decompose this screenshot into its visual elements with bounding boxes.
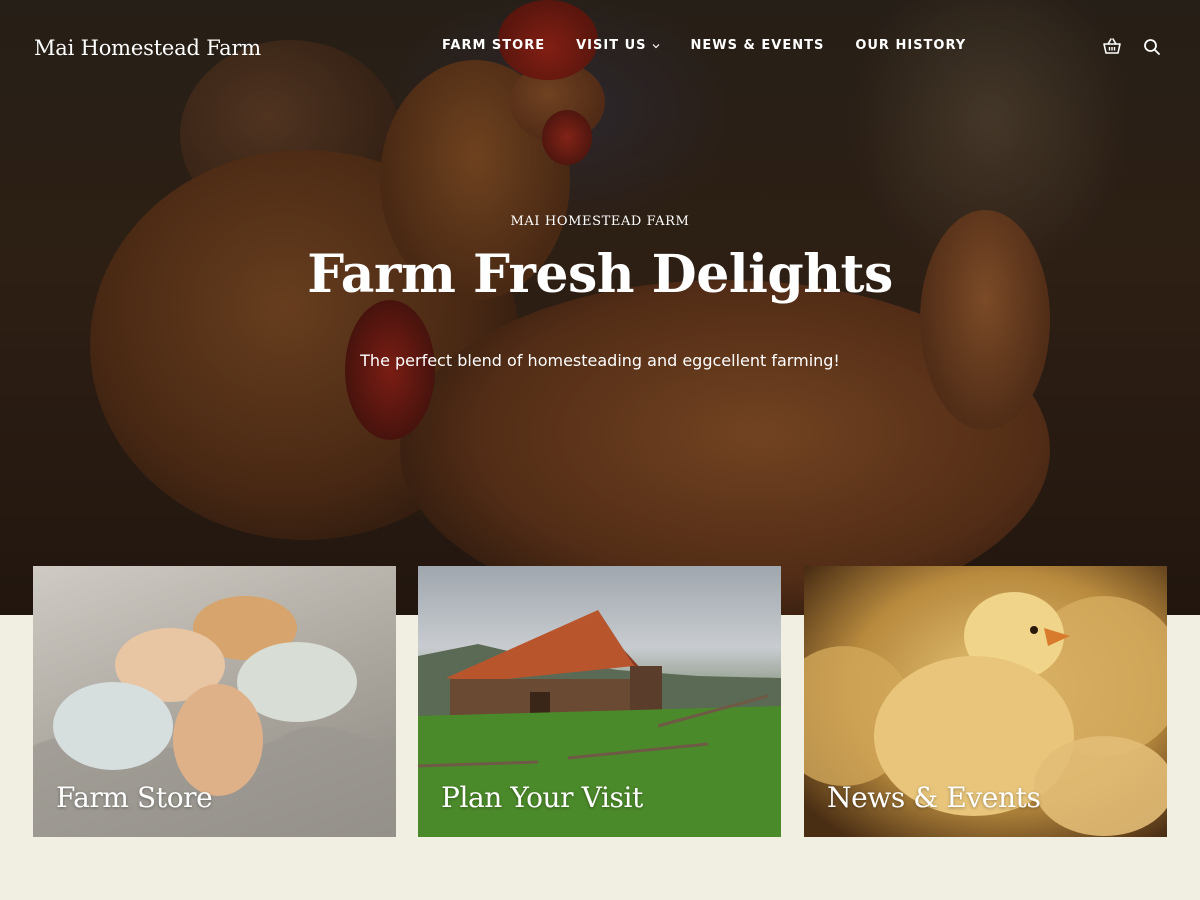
card-plan-your-visit[interactable]: Plan Your Visit [418,566,781,837]
hero-title: Farm Fresh Delights [307,244,893,305]
card-news-events-label: News & Events [827,781,1041,814]
hero-subtitle: The perfect blend of homesteading and eg… [360,351,840,370]
card-farm-store-label: Farm Store [56,781,213,814]
nav-visit-us-label: VISIT US [576,38,647,53]
main-nav: FARM STORE VISIT US NEWS & EVENTS OUR HI… [442,38,966,53]
search-icon[interactable] [1142,37,1162,57]
nav-news-events[interactable]: NEWS & EVENTS [691,38,825,53]
basket-icon[interactable] [1102,37,1122,57]
nav-our-history[interactable]: OUR HISTORY [855,38,966,53]
nav-farm-store[interactable]: FARM STORE [442,38,545,53]
site-header: Mai Homestead Farm FARM STORE VISIT US N… [0,0,1200,95]
chevron-down-icon [652,43,659,48]
site-logo[interactable]: Mai Homestead Farm [34,36,261,60]
hero-eyebrow: MAI HOMESTEAD FARM [510,214,690,229]
nav-farm-store-label: FARM STORE [442,38,546,53]
header-icons [1102,37,1162,57]
card-plan-your-visit-label: Plan Your Visit [441,781,643,814]
card-news-events[interactable]: News & Events [804,566,1167,837]
card-farm-store[interactable]: Farm Store [33,566,396,837]
nav-news-events-label: NEWS & EVENTS [690,38,825,53]
nav-visit-us[interactable]: VISIT US [576,38,659,53]
nav-our-history-label: OUR HISTORY [855,38,967,53]
